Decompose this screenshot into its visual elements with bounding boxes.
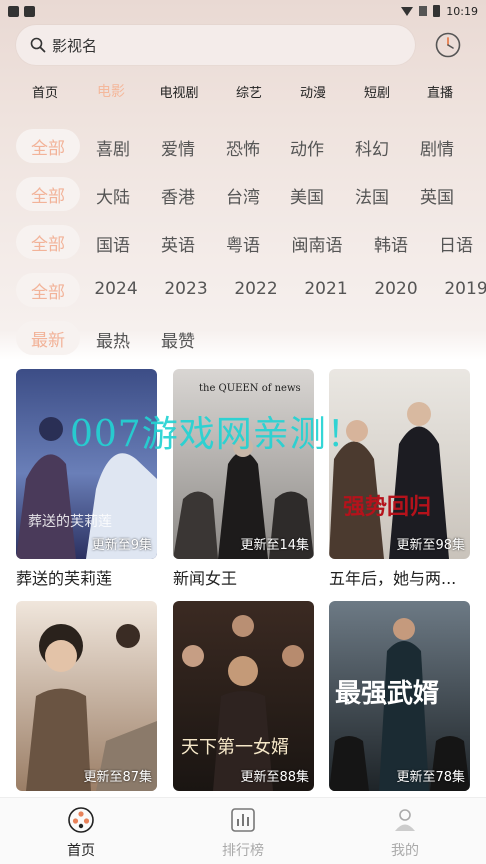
filter-row-sort: 最新 最热 最赞 — [0, 321, 486, 355]
sort-option[interactable]: 最赞 — [161, 327, 195, 352]
bottom-tab-bar: 首页 排行榜 我的 — [0, 797, 486, 864]
filter-option[interactable]: 美国 — [290, 183, 324, 208]
nav-item-home[interactable]: 首页 — [32, 82, 58, 101]
filter-option[interactable]: 大陆 — [96, 183, 130, 208]
update-badge: 更新至78集 — [396, 770, 465, 785]
filter-option[interactable]: 2021 — [304, 279, 347, 299]
filter-option[interactable]: 2022 — [234, 279, 277, 299]
status-left-icons — [8, 5, 35, 17]
movie-poster[interactable]: the QUEEN of news 更新至14集 — [173, 369, 314, 559]
tab-label: 排行榜 — [222, 843, 264, 859]
movie-card[interactable]: the QUEEN of news 更新至14集 新闻女王 — [173, 369, 314, 589]
nav-item-live[interactable]: 直播 — [427, 82, 453, 101]
poster-title-text: 葬送的芙莉莲 — [28, 514, 112, 530]
movie-poster[interactable]: 更新至87集 — [16, 601, 157, 791]
filter-option[interactable]: 国语 — [96, 231, 130, 256]
filter-option[interactable]: 2020 — [374, 279, 417, 299]
update-badge: 更新至87集 — [83, 770, 152, 785]
filter-option[interactable]: 英语 — [161, 231, 195, 256]
poster-image — [173, 369, 314, 559]
update-badge: 更新至14集 — [240, 538, 309, 553]
movie-title[interactable]: 五年后，她与两... — [329, 565, 470, 589]
app-notification-icon — [24, 5, 35, 17]
status-time: 10:19 — [446, 4, 478, 18]
filter-option[interactable]: 香港 — [161, 183, 195, 208]
nav-item-anime[interactable]: 动漫 — [300, 82, 326, 101]
wifi-icon — [401, 6, 414, 16]
nav-item-short[interactable]: 短剧 — [364, 82, 390, 101]
filter-chip-genre-all[interactable]: 全部 — [16, 129, 80, 163]
filter-option[interactable]: 台湾 — [226, 183, 260, 208]
filter-option[interactable]: 粤语 — [226, 231, 260, 256]
category-nav: 首页 电影 电视剧 综艺 动漫 短剧 直播 — [0, 82, 486, 104]
movie-card[interactable]: 最强武婿 更新至78集 — [329, 601, 470, 797]
profile-icon — [395, 809, 415, 831]
filter-chip-region-all[interactable]: 全部 — [16, 177, 80, 211]
filter-chip-year-all[interactable]: 全部 — [16, 273, 80, 307]
poster-title-text: 天下第一女婿 — [181, 737, 289, 758]
tab-label: 我的 — [391, 843, 419, 859]
notification-icon — [8, 5, 19, 17]
watermark-text: 007游戏网亲测！ — [70, 414, 364, 455]
filter-option[interactable]: 法国 — [355, 183, 389, 208]
battery-icon — [433, 5, 441, 17]
filter-option[interactable]: 2024 — [94, 279, 137, 299]
tab-ranking[interactable]: 排行榜 — [203, 806, 283, 860]
search-bar[interactable]: 影视名 — [16, 25, 415, 65]
poster-title-text: 强势回归 — [343, 494, 432, 520]
movie-poster[interactable]: 葬送的芙莉莲 更新至9集 — [16, 369, 157, 559]
filter-row-language: 全部 国语 英语 粤语 闽南语 韩语 日语 — [0, 225, 486, 259]
nav-item-variety[interactable]: 综艺 — [236, 82, 262, 101]
filter-option[interactable]: 2023 — [164, 279, 207, 299]
filter-option[interactable]: 喜剧 — [96, 135, 130, 160]
poster-image — [173, 601, 314, 791]
nav-item-movie[interactable]: 电影 — [97, 81, 125, 101]
filter-option[interactable]: 爱情 — [161, 135, 195, 160]
tab-profile[interactable]: 我的 — [365, 806, 445, 860]
movie-poster[interactable]: 最强武婿 更新至78集 — [329, 601, 470, 791]
poster-image — [329, 369, 470, 559]
movie-poster[interactable]: 强势回归 更新至98集 — [329, 369, 470, 559]
movie-card[interactable]: 更新至87集 — [16, 601, 157, 797]
filter-row-region: 全部 大陆 香港 台湾 美国 法国 英国 — [0, 177, 486, 211]
filter-option[interactable]: 韩语 — [374, 231, 408, 256]
nav-item-tv[interactable]: 电视剧 — [159, 82, 198, 101]
movie-card[interactable]: 强势回归 更新至98集 五年后，她与两... — [329, 369, 470, 589]
search-placeholder[interactable]: 影视名 — [52, 35, 97, 56]
poster-image — [16, 601, 157, 791]
filter-option[interactable]: 恐怖 — [226, 135, 260, 160]
movie-card[interactable]: 天下第一女婿 更新至88集 — [173, 601, 314, 797]
filter-chip-language-all[interactable]: 全部 — [16, 225, 80, 259]
filter-option[interactable]: 闽南语 — [292, 231, 343, 256]
filter-option[interactable]: 日语 — [439, 231, 473, 256]
filter-row-genre: 全部 喜剧 爱情 恐怖 动作 科幻 剧情 — [0, 129, 486, 163]
film-reel-icon — [68, 807, 94, 833]
sort-option[interactable]: 最热 — [96, 327, 130, 352]
chart-icon — [231, 808, 255, 832]
status-right: 10:19 — [401, 5, 478, 18]
movie-poster[interactable]: 天下第一女婿 更新至88集 — [173, 601, 314, 791]
movie-title[interactable]: 葬送的芙莉莲 — [16, 565, 157, 589]
update-badge: 更新至9集 — [91, 538, 152, 553]
tab-home[interactable]: 首页 — [41, 806, 121, 860]
tab-label: 首页 — [67, 843, 95, 859]
poster-title-text: the QUEEN of news — [199, 383, 301, 394]
filter-option[interactable]: 科幻 — [355, 135, 389, 160]
filter-row-year: 全部 2024 2023 2022 2021 2020 2019 — [0, 273, 486, 307]
update-badge: 更新至98集 — [396, 538, 465, 553]
poster-title-text: 最强武婿 — [335, 679, 440, 709]
sim-icon — [419, 6, 428, 16]
filter-option[interactable]: 动作 — [290, 135, 324, 160]
filter-option[interactable]: 2019 — [444, 279, 486, 299]
update-badge: 更新至88集 — [240, 770, 309, 785]
movie-title[interactable]: 新闻女王 — [173, 565, 314, 589]
filter-option[interactable]: 剧情 — [420, 135, 454, 160]
sort-chip-latest[interactable]: 最新 — [16, 321, 80, 355]
search-icon — [30, 37, 46, 53]
status-bar: 10:19 — [0, 0, 486, 22]
filter-option[interactable]: 英国 — [420, 183, 454, 208]
history-clock-icon[interactable] — [434, 31, 462, 59]
movie-card[interactable]: 葬送的芙莉莲 更新至9集 葬送的芙莉莲 — [16, 369, 157, 589]
